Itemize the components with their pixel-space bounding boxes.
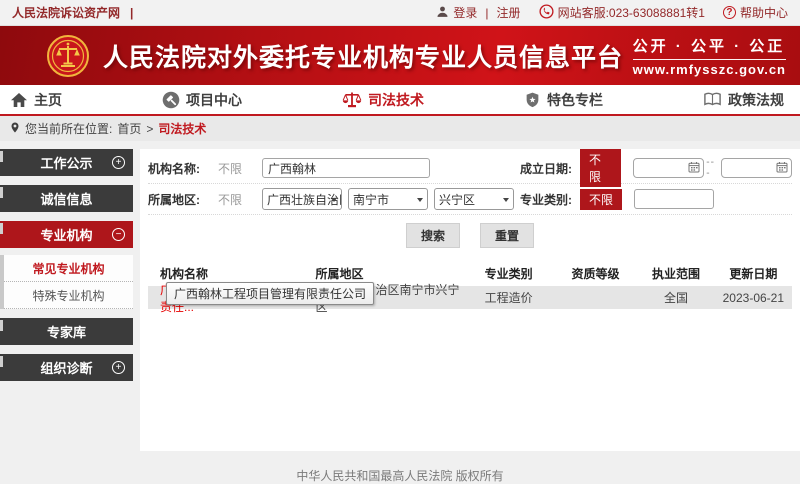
phone-icon: [539, 4, 554, 22]
scales-icon: [342, 90, 362, 109]
category-any-button[interactable]: 不限: [580, 189, 622, 210]
nav-item-special-column[interactable]: 特色专栏: [524, 90, 603, 110]
founding-date-any-button[interactable]: 不限: [580, 149, 621, 187]
submenu-item-label: 特殊专业机构: [32, 287, 104, 304]
breadcrumb: 您当前所在位置: 首页 > 司法技术: [0, 116, 800, 141]
form-row-region: 所属地区: 不限 广西壮族自治区 南宁市 兴宁区 专业类别: 不限: [148, 184, 792, 215]
sidebar-item-label: 专家库: [47, 322, 86, 341]
book-icon: [703, 91, 722, 108]
breadcrumb-current: 司法技术: [158, 120, 206, 137]
court-emblem-logo: [46, 34, 90, 78]
form-buttons: 搜索 重置: [148, 215, 792, 254]
founding-date-to-input[interactable]: [721, 158, 792, 178]
header-region: 所属地区: [315, 265, 463, 282]
sidebar-item-label: 组织诊断: [40, 358, 92, 377]
nav-item-label: 政策法规: [728, 90, 784, 110]
submenu-item-special-orgs[interactable]: 特殊专业机构: [4, 282, 133, 309]
form-row-org-name: 机构名称: 不限 成立日期: 不限 ---: [148, 153, 792, 184]
register-link[interactable]: 注册: [497, 4, 521, 21]
submenu-item-label: 常见专业机构: [32, 260, 104, 277]
nav-item-label: 司法技术: [368, 90, 424, 110]
region-label: 所属地区:: [148, 191, 212, 208]
login-register-group: 登录 | 注册: [436, 4, 520, 21]
user-icon: [436, 5, 449, 21]
login-link[interactable]: 登录: [453, 4, 477, 21]
city-select[interactable]: 南宁市: [348, 188, 428, 210]
utility-bar: 人民法院诉讼资产网 | 登录 | 注册 网站客服:023-63088881转1 …: [0, 0, 800, 26]
search-button[interactable]: 搜索: [406, 223, 460, 248]
sidebar-item-label: 诚信信息: [40, 189, 92, 208]
cell-scope: 全国: [637, 289, 714, 306]
sidebar-item-label: 专业机构: [40, 225, 92, 244]
region-any-option[interactable]: 不限: [218, 191, 262, 208]
hotline-text: 网站客服:023-63088881转1: [558, 4, 705, 21]
main-nav: 主页 项目中心 司法技术 特色专栏 政策法规: [0, 85, 800, 116]
date-range-separator: ---: [706, 157, 718, 179]
site-network-link[interactable]: 人民法院诉讼资产网: [12, 4, 120, 21]
collapse-icon[interactable]: −: [112, 228, 125, 241]
nav-item-policies[interactable]: 政策法规: [703, 90, 784, 110]
district-select[interactable]: 兴宁区: [434, 188, 514, 210]
breadcrumb-separator: >: [146, 122, 153, 136]
nav-item-label: 特色专栏: [547, 90, 603, 110]
header-scope: 执业范围: [637, 265, 714, 282]
founding-date-label: 成立日期:: [520, 160, 572, 177]
org-name-label: 机构名称:: [148, 160, 212, 177]
calendar-icon: [688, 161, 700, 176]
site-banner: 人民法院对外委托专业机构专业人员信息平台 公开 · 公平 · 公正 www.rm…: [0, 26, 800, 85]
org-name-tooltip: 广西翰林工程项目管理有限责任公司: [166, 282, 374, 305]
header-org-name: 机构名称: [148, 265, 315, 282]
hotline-group: 网站客服:023-63088881转1: [539, 4, 705, 22]
main-panel: 机构名称: 不限 成立日期: 不限 ---: [140, 149, 800, 451]
help-group[interactable]: ? 帮助中心: [723, 4, 788, 21]
expand-icon[interactable]: +: [112, 361, 125, 374]
login-register-separator: |: [485, 6, 488, 20]
category-input[interactable]: [634, 189, 714, 209]
province-select-value: 广西壮族自治区: [267, 191, 342, 208]
sidebar-item-work-publicity[interactable]: 工作公示 +: [0, 149, 133, 176]
district-select-value: 兴宁区: [439, 191, 475, 208]
nav-item-label: 项目中心: [186, 90, 242, 110]
help-icon: ?: [723, 6, 736, 19]
gavel-icon: [162, 91, 180, 109]
nav-item-project-center[interactable]: 项目中心: [162, 90, 242, 110]
submenu-item-common-orgs[interactable]: 常见专业机构: [4, 255, 133, 282]
nav-item-label: 主页: [34, 90, 62, 110]
banner-slogan: 公开 · 公平 · 公正: [633, 35, 786, 60]
category-label: 专业类别:: [520, 191, 572, 208]
topbar-divider: |: [130, 6, 133, 20]
sidebar: 工作公示 + 诚信信息 专业机构 − 常见专业机构 特殊专业机构 专家库 组织诊…: [0, 149, 133, 390]
badge-icon: [524, 91, 541, 109]
nav-item-home[interactable]: 主页: [10, 90, 62, 110]
header-category: 专业类别: [464, 265, 554, 282]
sidebar-item-org-diagnosis[interactable]: 组织诊断 +: [0, 354, 133, 381]
sidebar-item-professional-orgs[interactable]: 专业机构 −: [0, 221, 133, 248]
expand-icon[interactable]: +: [112, 156, 125, 169]
header-grade: 资质等级: [554, 265, 638, 282]
city-select-value: 南宁市: [353, 191, 389, 208]
help-link[interactable]: 帮助中心: [740, 4, 788, 21]
sidebar-item-label: 工作公示: [40, 153, 92, 172]
sidebar-item-expert-pool[interactable]: 专家库: [0, 318, 133, 345]
province-select[interactable]: 广西壮族自治区: [262, 188, 342, 210]
sidebar-submenu: 常见专业机构 特殊专业机构: [0, 255, 133, 309]
cell-updated: 2023-06-21: [715, 291, 792, 305]
content-area: 工作公示 + 诚信信息 专业机构 − 常见专业机构 特殊专业机构 专家库 组织诊…: [0, 141, 800, 451]
calendar-icon: [776, 161, 788, 176]
sidebar-item-integrity-info[interactable]: 诚信信息: [0, 185, 133, 212]
header-updated: 更新日期: [715, 265, 792, 282]
footer-copyright: 中华人民共和国最高人民法院 版权所有: [0, 451, 800, 484]
reset-button[interactable]: 重置: [480, 223, 534, 248]
org-name-any-option[interactable]: 不限: [218, 160, 262, 177]
founding-date-from-input[interactable]: [633, 158, 704, 178]
breadcrumb-prefix: 您当前所在位置:: [25, 120, 112, 137]
home-icon: [10, 92, 28, 108]
nav-item-judicial-tech[interactable]: 司法技术: [342, 90, 424, 110]
platform-title: 人民法院对外委托专业机构专业人员信息平台: [103, 38, 623, 74]
location-pin-icon: [10, 121, 20, 137]
cell-category: 工程造价: [464, 289, 554, 306]
breadcrumb-home-link[interactable]: 首页: [117, 120, 141, 137]
org-name-input[interactable]: [262, 158, 430, 178]
banner-site-url: www.rmfysszc.gov.cn: [633, 62, 786, 77]
